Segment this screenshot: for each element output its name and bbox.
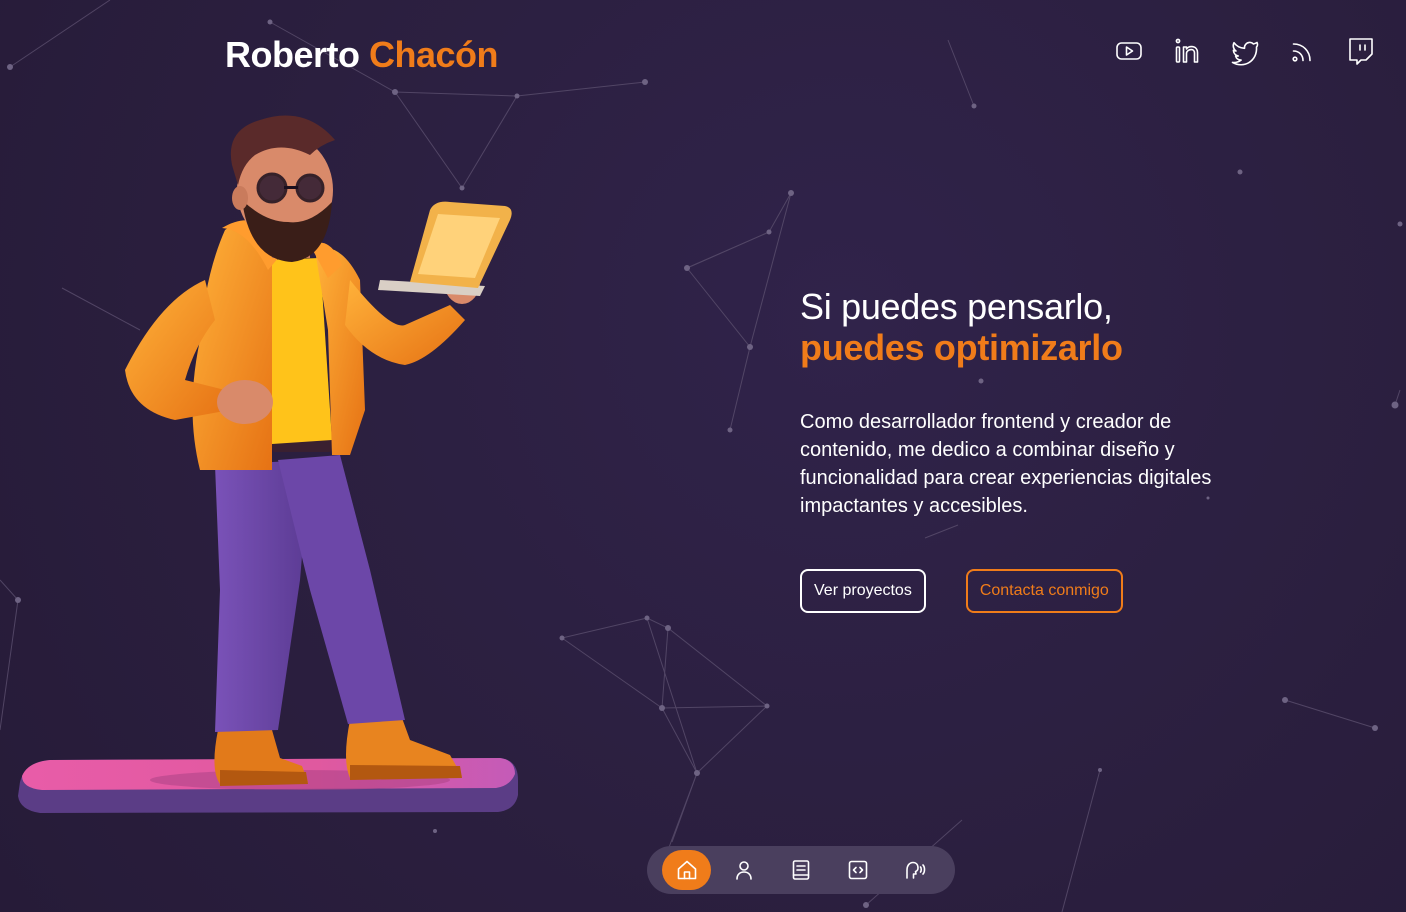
dock-item-home[interactable] — [662, 850, 711, 890]
view-projects-button[interactable]: Ver proyectos — [800, 569, 926, 613]
hero-text: Si puedes pensarlo, puedes optimizarlo C… — [800, 286, 1220, 520]
dock-item-projects[interactable] — [833, 850, 882, 890]
headline-line1: Si puedes pensarlo, — [800, 286, 1113, 327]
social-links — [1114, 36, 1376, 66]
headline-accent: puedes optimizarlo — [800, 327, 1123, 368]
hero-description: Como desarrollador frontend y creador de… — [800, 411, 1212, 517]
page: Roberto Chacón Si puedes pensarlo, puede… — [0, 0, 1406, 912]
contact-me-button[interactable]: Contacta conmigo — [965, 569, 1123, 613]
linkedin-link[interactable] — [1172, 36, 1202, 66]
twitch-icon — [1349, 38, 1373, 65]
youtube-link[interactable] — [1114, 36, 1144, 66]
home-icon — [677, 860, 696, 880]
youtube-icon — [1116, 42, 1142, 60]
rss-link[interactable] — [1288, 36, 1318, 66]
brand-logo[interactable]: Roberto Chacón — [225, 34, 499, 76]
dock-item-about[interactable] — [719, 850, 768, 890]
book-icon — [792, 860, 809, 880]
rss-icon — [1292, 43, 1311, 62]
twitter-link[interactable] — [1230, 36, 1260, 66]
bottom-dock-nav — [647, 846, 955, 894]
code-icon — [848, 860, 867, 880]
user-icon — [735, 861, 752, 880]
hero-headline: Si puedes pensarlo, puedes optimizarlo — [800, 286, 1220, 368]
dock-item-blog[interactable] — [776, 850, 825, 890]
twitch-link[interactable] — [1346, 36, 1376, 66]
developer-character-illustration — [18, 115, 518, 813]
brand-first-name: Roberto — [225, 34, 360, 75]
speaking-icon — [905, 861, 925, 879]
dock-item-talks[interactable] — [890, 850, 939, 890]
cta-buttons: Ver proyectos Contacta conmigo — [800, 569, 1123, 613]
brand-last-name: Chacón — [369, 34, 499, 75]
twitter-icon — [1231, 41, 1259, 66]
linkedin-icon — [1175, 38, 1199, 63]
